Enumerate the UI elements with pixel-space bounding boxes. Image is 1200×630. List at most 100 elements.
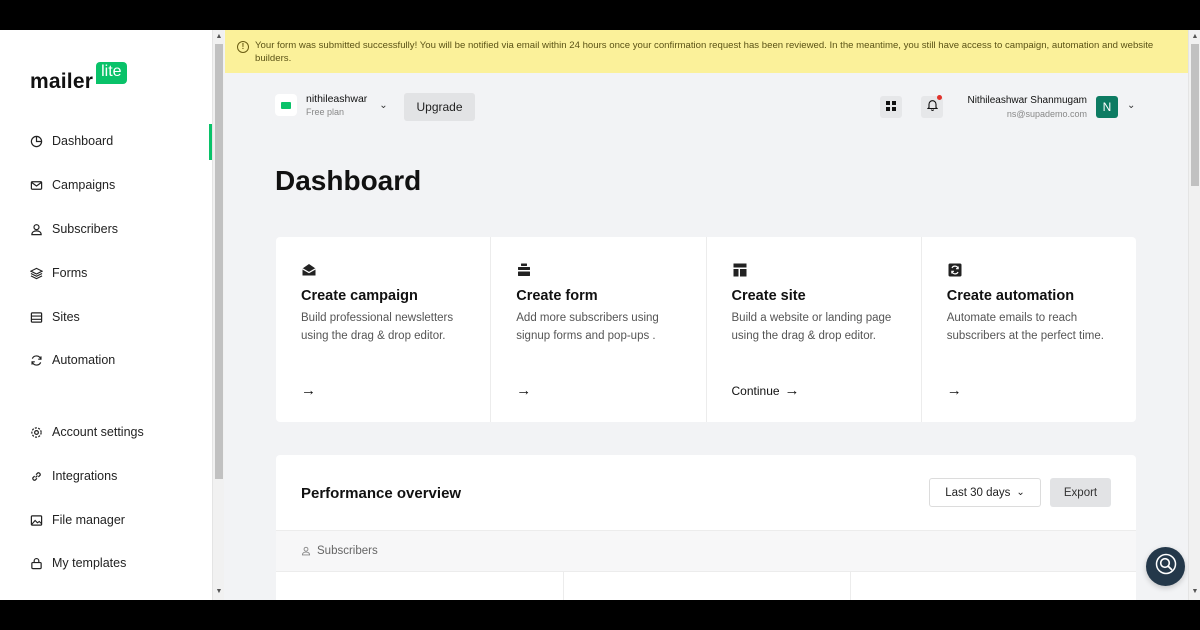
quick-actions: Create campaign Build professional newsl… [276,237,1136,422]
search-icon [1155,553,1177,580]
sidebar-item-label: File manager [52,513,125,527]
envelope-open-icon [301,262,317,278]
arrow-right-icon: → [301,382,316,399]
sidebar: mailer lite Dashboard Campaigns Subscrib… [0,30,212,600]
chevron-down-icon: ⌄ [379,99,388,111]
user-name: Nithileashwar Shanmugam [967,95,1087,106]
account-plan: Free plan [306,107,345,117]
account-switcher[interactable]: nithileashwar Free plan ⌄ [275,93,388,117]
sidebar-item-label: Dashboard [52,134,114,148]
card-link[interactable]: → [301,382,316,399]
divider [276,571,1136,572]
sidebar-item-file-manager[interactable]: File manager [30,510,125,530]
lock-icon [30,557,43,570]
column-divider [850,572,851,600]
arrow-right-icon: → [784,382,800,399]
bell-icon [926,98,938,116]
logo-text: mailer [30,70,94,93]
dashboard-icon [30,135,43,148]
card-link-label: Continue [731,383,780,398]
sidebar-item-forms[interactable]: Forms [30,263,87,283]
card-title: Create form [516,288,598,304]
sidebar-item-label: Forms [52,266,88,280]
scroll-down-arrow-icon[interactable]: ▼ [1191,588,1199,596]
grid-icon [886,98,896,116]
sidebar-item-integrations[interactable]: Integrations [30,466,117,486]
link-icon [30,470,43,483]
sidebar-item-label: My templates [52,556,127,570]
card-description: Automate emails to reach subscribers at … [946,312,1104,342]
chevron-down-icon: ⌄ [1016,487,1025,498]
sidebar-item-label: Account settings [52,425,144,439]
sidebar-item-subscribers[interactable]: Subscribers [30,219,118,239]
scrollbar-thumb[interactable] [215,44,223,479]
card-description: Build a website or landing page using th… [731,312,892,342]
layers-icon [30,267,43,280]
refresh-icon [30,354,43,367]
sidebar-item-sites[interactable]: Sites [30,307,80,327]
site-icon [30,311,43,324]
logo-badge: lite [96,62,127,84]
avatar[interactable]: N [1096,96,1118,118]
automation-icon [947,262,963,278]
column-divider [563,572,564,600]
card-create-campaign[interactable]: Create campaign Build professional newsl… [276,237,492,422]
scrollbar-thumb[interactable] [1191,44,1199,186]
sidebar-item-label: Automation [52,353,116,367]
sidebar-item-dashboard[interactable]: Dashboard [30,131,113,151]
arrow-right-icon: → [946,382,962,399]
scroll-up-arrow-icon[interactable]: ▲ [1191,33,1199,41]
tab-subscribers[interactable]: Subscribers [276,531,1136,571]
card-description: Add more subscribers using signup forms … [516,312,659,342]
account-logo [275,94,297,116]
user-icon [30,223,43,236]
sidebar-item-label: Subscribers [52,222,118,236]
user-menu[interactable]: Nithileashwar Shanmugam ns@supademo.com [940,95,1087,119]
card-link[interactable]: → [947,382,962,399]
sidebar-scrollbar[interactable]: ▲ ▼ [212,30,224,600]
notification-banner: ! Your form was submitted successfully! … [225,30,1188,73]
date-range-select[interactable]: Last 30 days ⌄ [929,478,1041,507]
arrow-right-icon: → [516,382,532,399]
section-title: Performance overview [301,485,462,502]
user-email: ns@supademo.com [1006,109,1087,119]
mailerlite-logo[interactable]: mailer lite [30,62,127,94]
sidebar-item-campaigns[interactable]: Campaigns [30,175,115,195]
sidebar-item-my-templates[interactable]: My templates [30,553,126,573]
sidebar-item-label: Integrations [52,469,118,483]
page-scrollbar[interactable]: ▲ ▼ [1188,30,1200,600]
layout-icon [732,262,748,278]
sidebar-item-account-settings[interactable]: Account settings [30,422,144,442]
apps-button[interactable] [880,96,902,118]
gear-icon [30,426,43,439]
card-link[interactable]: → [516,382,531,399]
help-button[interactable] [1146,547,1185,586]
chevron-down-icon[interactable]: ⌄ [1127,100,1135,111]
card-title: Create campaign [301,288,418,304]
account-name: nithileashwar [306,93,368,105]
performance-overview: Performance overview Last 30 days ⌄ Expo… [276,455,1136,600]
app-window: mailer lite Dashboard Campaigns Subscrib… [0,30,1200,600]
date-range-label: Last 30 days [945,486,1011,499]
banner-message: Your form was submitted successfully! Yo… [255,40,1154,64]
scroll-down-arrow-icon[interactable]: ▼ [215,588,223,596]
sidebar-item-label: Sites [52,310,80,324]
card-title: Create site [731,288,806,304]
card-create-automation[interactable]: Create automation Automate emails to rea… [922,237,1136,422]
card-create-site[interactable]: Create site Build a website or landing p… [707,237,922,422]
card-create-form[interactable]: Create form Add more subscribers using s… [491,237,707,422]
user-icon [301,546,311,556]
image-icon [30,514,43,527]
export-button[interactable]: Export [1050,478,1111,507]
card-title: Create automation [946,288,1075,304]
continue-link[interactable]: Continue → [732,382,800,399]
sidebar-item-label: Campaigns [52,178,116,192]
warning-icon: ! [237,41,249,53]
page-title: Dashboard [275,165,422,196]
form-stack-icon [516,262,532,278]
upgrade-button[interactable]: Upgrade [404,93,475,121]
tab-label: Subscribers [317,545,378,557]
sidebar-item-automation[interactable]: Automation [30,350,115,370]
scroll-up-arrow-icon[interactable]: ▲ [215,33,223,41]
mail-icon [30,179,43,192]
